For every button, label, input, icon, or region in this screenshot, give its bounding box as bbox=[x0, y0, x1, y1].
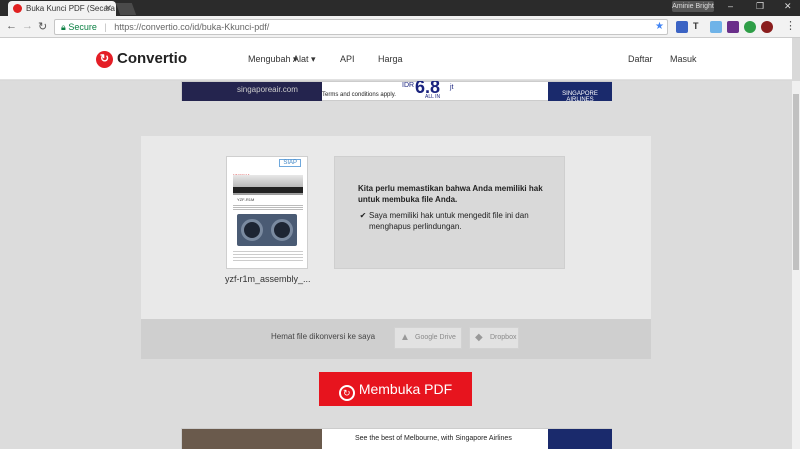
ad-brand: SINGAPORE AIRLINES bbox=[548, 82, 612, 103]
ad-photo: singaporeair.com bbox=[182, 82, 322, 101]
ad-photo bbox=[182, 429, 322, 449]
consent-checkbox-label[interactable]: Saya memiliki hak untuk mengedit file in… bbox=[369, 210, 559, 232]
google-drive-icon: ▲ bbox=[400, 332, 410, 343]
ad-currency: IDR bbox=[402, 82, 415, 89]
file-panel: SIAP YAMAHA YZF-R1M yzf-r1m_assembly_...… bbox=[141, 136, 651, 359]
doc-footer-text bbox=[233, 251, 303, 263]
page-content: singaporeair.com Terms and conditions ap… bbox=[0, 81, 792, 449]
reload-icon[interactable]: ↻ bbox=[38, 20, 47, 33]
ad-allin: ALL IN bbox=[425, 94, 441, 100]
maximize-icon[interactable]: ❐ bbox=[756, 1, 764, 12]
star-icon[interactable]: ★ bbox=[655, 21, 664, 32]
wheel-icon bbox=[241, 219, 263, 241]
forward-arrow-icon[interactable]: → bbox=[22, 20, 33, 32]
refresh-icon: ↻ bbox=[338, 385, 355, 401]
open-pdf-button[interactable]: ↻ Membuka PDF bbox=[319, 372, 472, 406]
bottom-advertisement[interactable]: See the best of Melbourne, with Singapor… bbox=[181, 428, 612, 449]
extension-icon[interactable] bbox=[744, 21, 756, 33]
nav-convert[interactable]: Mengubah ▾ bbox=[248, 54, 298, 65]
open-pdf-label: Membuka PDF bbox=[358, 381, 453, 397]
extension-icon[interactable] bbox=[710, 21, 722, 33]
dropbox-button[interactable]: ◆ Dropbox bbox=[469, 327, 519, 349]
secure-label: Secure bbox=[68, 22, 97, 32]
window-close-icon[interactable]: ✕ bbox=[784, 1, 792, 12]
wheel-icon bbox=[271, 219, 293, 241]
site-header: ↻ Convertio Mengubah ▾ Alat ▾ API Harga … bbox=[0, 38, 792, 80]
nav-tools[interactable]: Alat ▾ bbox=[293, 54, 316, 65]
menu-icon[interactable]: ⋮ bbox=[785, 19, 796, 32]
favicon-icon bbox=[13, 4, 22, 13]
extension-icon[interactable] bbox=[676, 21, 688, 33]
nav-signup[interactable]: Daftar bbox=[628, 54, 653, 64]
consent-heading: Kita perlu memastikan bahwa Anda memilik… bbox=[358, 184, 543, 204]
tab-title: Buka Kunci PDF (Secara bbox=[26, 4, 115, 13]
dropbox-icon: ◆ bbox=[475, 332, 483, 343]
back-arrow-icon[interactable]: ← bbox=[6, 20, 17, 32]
browser-toolbar: ← → ↻ 🔒︎ Secure | https://convertio.co/i… bbox=[0, 16, 800, 38]
top-advertisement[interactable]: singaporeair.com Terms and conditions ap… bbox=[181, 81, 612, 103]
consent-box: Kita perlu memastikan bahwa Anda memilik… bbox=[334, 156, 565, 269]
save-bar: Hemat file dikonversi ke saya ▲ Google D… bbox=[141, 319, 651, 359]
url-text: https://convertio.co/id/buka-Kkunci-pdf/ bbox=[114, 22, 270, 32]
lock-icon: 🔒︎ bbox=[61, 22, 66, 32]
ad-unit: jt bbox=[450, 84, 454, 91]
consent-checkbox[interactable]: ✔ bbox=[358, 211, 368, 221]
ad-terms: Terms and conditions apply. bbox=[322, 92, 396, 98]
browser-tabbar: Buka Kunci PDF (Secara ✕ Aminie Bright –… bbox=[0, 0, 800, 16]
doc-title: YZF-R1M bbox=[237, 197, 255, 202]
extension-icon[interactable] bbox=[727, 21, 739, 33]
scrollbar-thumb[interactable] bbox=[793, 94, 799, 270]
google-drive-label: Google Drive bbox=[415, 334, 456, 341]
logo-text[interactable]: Convertio bbox=[117, 50, 187, 67]
ad-text: See the best of Melbourne, with Singapor… bbox=[355, 435, 512, 442]
nav-pricing[interactable]: Harga bbox=[378, 54, 403, 64]
google-drive-button[interactable]: ▲ Google Drive bbox=[394, 327, 462, 349]
dropbox-label: Dropbox bbox=[490, 334, 517, 341]
url-separator: | bbox=[104, 22, 107, 32]
minimize-icon[interactable]: – bbox=[728, 1, 733, 11]
profile-button[interactable]: Aminie Bright bbox=[672, 1, 714, 12]
ad-site-text: singaporeair.com bbox=[237, 85, 298, 94]
doc-band bbox=[233, 187, 303, 193]
translate-icon[interactable]: T bbox=[693, 21, 705, 33]
status-badge: SIAP bbox=[279, 159, 301, 167]
extension-icon[interactable] bbox=[761, 21, 773, 33]
browser-tab[interactable]: Buka Kunci PDF (Secara ✕ bbox=[8, 1, 116, 16]
nav-login[interactable]: Masuk bbox=[670, 54, 697, 64]
nav-api[interactable]: API bbox=[340, 54, 355, 64]
file-thumbnail[interactable]: SIAP YAMAHA YZF-R1M bbox=[226, 156, 308, 269]
file-name: yzf-r1m_assembly_... bbox=[225, 274, 311, 284]
new-tab-button[interactable] bbox=[115, 3, 137, 15]
address-bar[interactable]: 🔒︎ Secure | https://convertio.co/id/buka… bbox=[54, 19, 668, 35]
doc-text bbox=[233, 205, 303, 210]
convertio-logo-icon[interactable]: ↻ bbox=[96, 51, 113, 68]
close-icon[interactable]: ✕ bbox=[104, 3, 112, 14]
ad-brand-logo bbox=[548, 429, 612, 449]
save-label: Hemat file dikonversi ke saya bbox=[271, 332, 376, 341]
